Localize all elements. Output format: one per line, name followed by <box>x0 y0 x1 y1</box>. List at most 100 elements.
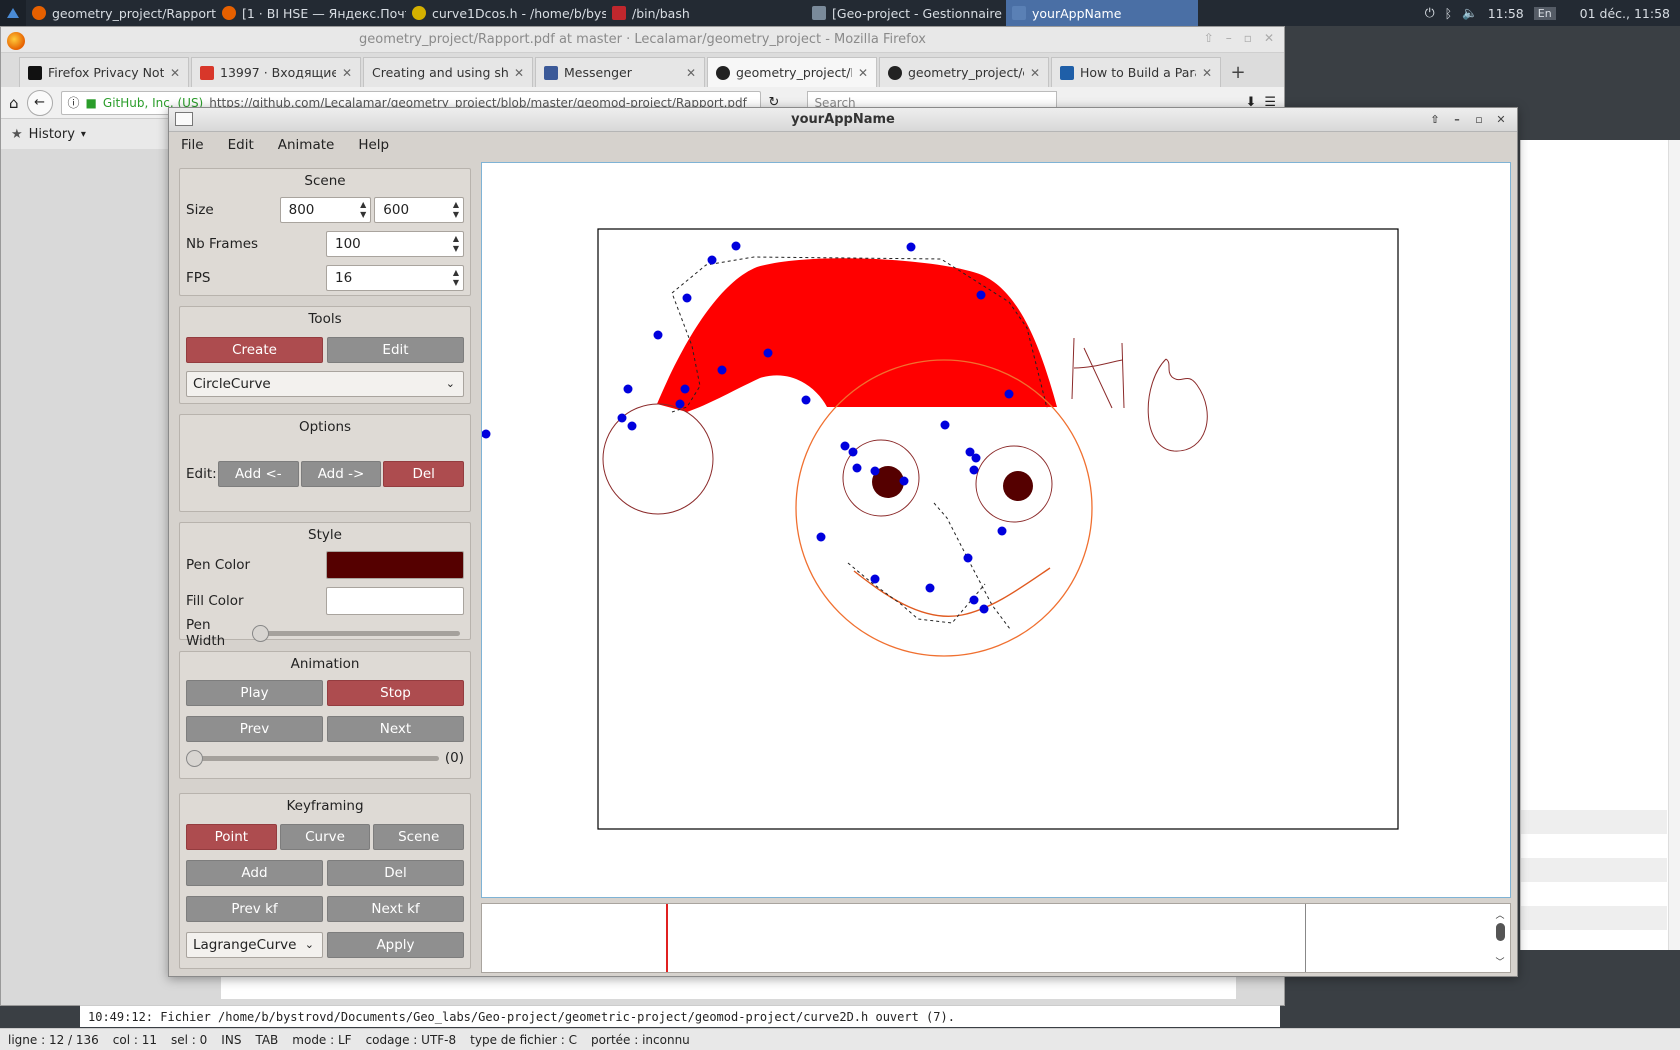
close-icon[interactable]: ✕ <box>686 66 696 80</box>
control-point[interactable] <box>848 447 858 457</box>
chevron-down-icon[interactable]: ▾ <box>81 129 86 140</box>
control-point[interactable] <box>940 420 950 430</box>
control-point[interactable] <box>976 290 986 300</box>
control-point[interactable] <box>717 365 727 375</box>
close-icon[interactable]: ✕ <box>170 66 180 80</box>
right-pupil[interactable] <box>1003 471 1033 501</box>
scene-width-spinbox[interactable]: 800 ▲ ▼ <box>279 197 372 223</box>
spin-arrows-icon[interactable]: ▲ ▼ <box>453 234 459 254</box>
spin-arrows-icon[interactable]: ▲ ▼ <box>360 200 366 220</box>
info-icon[interactable]: ⓘ <box>68 94 80 111</box>
timeline-panel[interactable]: ︿ ﹀ <box>481 903 1511 973</box>
tab-parametric[interactable]: How to Build a Paran ✕ <box>1051 57 1221 87</box>
taskbar-item-yourappname[interactable]: yourAppName <box>1006 0 1198 26</box>
control-point[interactable] <box>675 399 685 409</box>
scene-height-spinbox[interactable]: 600 ▲ ▼ <box>374 197 464 223</box>
interpolation-select[interactable]: LagrangeCurve ⌄ <box>186 932 324 958</box>
delete-keyframe-button[interactable]: Del <box>327 860 464 886</box>
keyboard-layout[interactable]: En <box>1533 6 1556 20</box>
control-point[interactable] <box>979 604 989 614</box>
control-point[interactable] <box>852 463 862 473</box>
menu-file[interactable]: File <box>181 137 204 153</box>
control-point[interactable] <box>731 241 741 251</box>
control-point[interactable] <box>840 441 850 451</box>
control-point[interactable] <box>653 330 663 340</box>
home-icon[interactable]: ⌂ <box>9 94 19 112</box>
close-icon[interactable]: ✕ <box>858 66 868 80</box>
timeline-scrollbar[interactable]: ︿ ﹀ <box>1494 908 1506 968</box>
menu-edit[interactable]: Edit <box>228 137 254 153</box>
chevron-up-icon[interactable]: ︿ <box>1495 908 1504 921</box>
control-point[interactable] <box>870 466 880 476</box>
tab-messenger[interactable]: Messenger ✕ <box>535 57 705 87</box>
control-point[interactable] <box>899 476 909 486</box>
taskbar-item-file-manager[interactable]: [Geo-project - Gestionnaire ... <box>806 0 1006 26</box>
pen-width-slider[interactable] <box>252 623 460 643</box>
control-point[interactable] <box>969 595 979 605</box>
close-icon[interactable]: ✕ <box>342 66 352 80</box>
scrollbar-handle[interactable] <box>1495 923 1505 941</box>
restore-icon[interactable]: ▫ <box>1244 31 1252 45</box>
control-point[interactable] <box>627 421 637 431</box>
prev-frame-button[interactable]: Prev <box>186 716 323 742</box>
close-icon[interactable]: ✕ <box>1264 31 1274 45</box>
spin-arrows-icon[interactable]: ▲ ▼ <box>453 200 459 220</box>
tab-shared-libs[interactable]: Creating and using share ✕ <box>363 57 533 87</box>
fps-spinbox[interactable]: 16 ▲ ▼ <box>326 265 464 291</box>
minimize-icon[interactable]: – <box>1449 111 1465 127</box>
control-point[interactable] <box>623 384 633 394</box>
add-before-button[interactable]: Add <- <box>218 461 299 487</box>
slider-handle[interactable] <box>186 750 203 767</box>
drawing-canvas[interactable] <box>481 162 1511 898</box>
power-icon[interactable]: ⏻ <box>1425 5 1435 21</box>
control-point[interactable] <box>707 255 717 265</box>
keyframe-curve-button[interactable]: Curve <box>279 824 371 850</box>
control-point[interactable] <box>963 553 973 563</box>
create-button[interactable]: Create <box>186 337 323 363</box>
play-button[interactable]: Play <box>186 680 323 706</box>
control-point[interactable] <box>481 429 491 439</box>
slider-handle[interactable] <box>252 625 269 642</box>
prev-keyframe-button[interactable]: Prev kf <box>186 896 323 922</box>
control-point[interactable] <box>617 413 627 423</box>
menu-animate[interactable]: Animate <box>278 137 335 153</box>
taskbar-item-firefox-mail[interactable]: [1 · BI HSE — Яндекс.Почта ... <box>216 0 406 26</box>
control-point[interactable] <box>971 453 981 463</box>
close-icon[interactable]: ✕ <box>514 66 524 80</box>
control-point[interactable] <box>925 583 935 593</box>
maximize-up-icon[interactable]: ⇧ <box>1427 111 1443 127</box>
tab-mail[interactable]: 13997 · Входящие — ✕ <box>191 57 361 87</box>
control-point[interactable] <box>870 574 880 584</box>
back-icon[interactable]: ← <box>26 89 53 116</box>
add-keyframe-button[interactable]: Add <box>186 860 323 886</box>
close-icon[interactable]: ✕ <box>1493 111 1509 127</box>
control-point[interactable] <box>969 465 979 475</box>
keyframe-point-button[interactable]: Point <box>186 824 277 850</box>
control-point[interactable] <box>906 242 916 252</box>
taskbar-item-terminal[interactable]: /bin/bash <box>606 0 806 26</box>
taskbar-item-editor[interactable]: curve1Dcos.h - /home/b/byst... <box>406 0 606 26</box>
control-point[interactable] <box>763 348 773 358</box>
control-point[interactable] <box>680 384 690 394</box>
close-icon[interactable]: ✕ <box>1030 66 1040 80</box>
history-dropdown[interactable]: History <box>29 127 75 142</box>
scrollbar[interactable] <box>1668 140 1680 950</box>
fill-color-swatch[interactable] <box>326 587 464 615</box>
keyframe-scene-button[interactable]: Scene <box>373 824 465 850</box>
menu-help[interactable]: Help <box>358 137 389 153</box>
frame-slider[interactable] <box>186 748 439 768</box>
maximize-up-icon[interactable]: ⇧ <box>1204 31 1214 45</box>
bluetooth-icon[interactable]: ᛒ <box>1445 6 1453 21</box>
tab-github-curve[interactable]: geometry_project/cu ✕ <box>879 57 1049 87</box>
chevron-down-icon[interactable]: ﹀ <box>1495 955 1504 968</box>
clock[interactable]: 01 déc., 11:58 <box>1580 6 1670 21</box>
nb-frames-spinbox[interactable]: 100 ▲ ▼ <box>326 231 464 257</box>
tab-privacy-notice[interactable]: Firefox Privacy Notic ✕ <box>19 57 189 87</box>
restore-icon[interactable]: ▫ <box>1471 111 1487 127</box>
spin-arrows-icon[interactable]: ▲ ▼ <box>453 268 459 288</box>
volume-icon[interactable]: 🔈 <box>1462 5 1478 21</box>
taskbar-item-firefox-rapport[interactable]: geometry_project/Rapport.p... <box>26 0 216 26</box>
control-point[interactable] <box>1004 389 1014 399</box>
curve-type-select[interactable]: CircleCurve ⌄ <box>186 371 464 397</box>
timeline-track[interactable] <box>666 904 1306 972</box>
